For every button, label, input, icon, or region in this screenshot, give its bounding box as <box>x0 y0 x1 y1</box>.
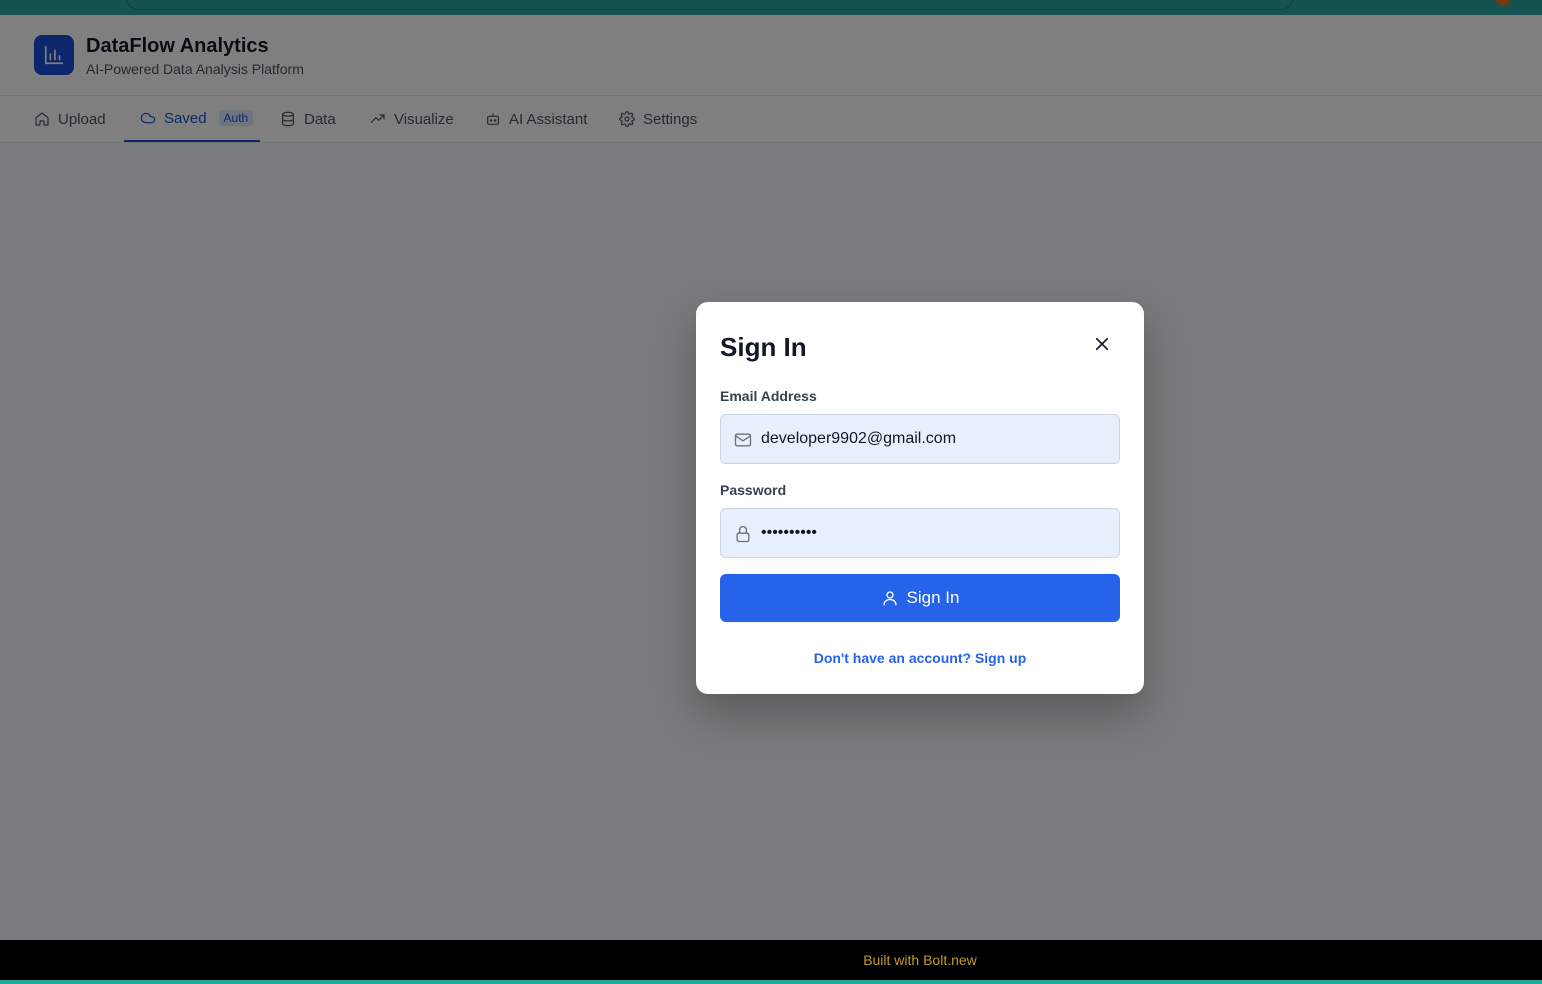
sign-in-button[interactable]: Sign In <box>720 574 1120 622</box>
password-input[interactable] <box>761 509 1111 557</box>
close-button[interactable] <box>1090 332 1114 356</box>
email-label: Email Address <box>720 388 817 404</box>
sign-in-dialog: Sign In Email Address Password Sign In D… <box>696 302 1144 694</box>
user-icon <box>882 591 897 606</box>
email-field-wrapper[interactable] <box>720 414 1120 464</box>
bottom-strip <box>0 980 1542 984</box>
password-label: Password <box>720 482 787 498</box>
sign-up-link[interactable]: Don't have an account? Sign up <box>696 650 1144 666</box>
footer-bar: Built with Bolt.new <box>0 940 1542 980</box>
password-field-wrapper[interactable] <box>720 508 1120 558</box>
lock-icon <box>736 525 750 543</box>
mail-icon <box>734 433 752 447</box>
built-with-text[interactable]: Built with Bolt.new <box>863 952 977 968</box>
close-icon <box>1095 337 1109 351</box>
email-input[interactable] <box>761 415 1111 463</box>
sign-in-button-label: Sign In <box>906 588 960 607</box>
dialog-title: Sign In <box>720 332 807 362</box>
